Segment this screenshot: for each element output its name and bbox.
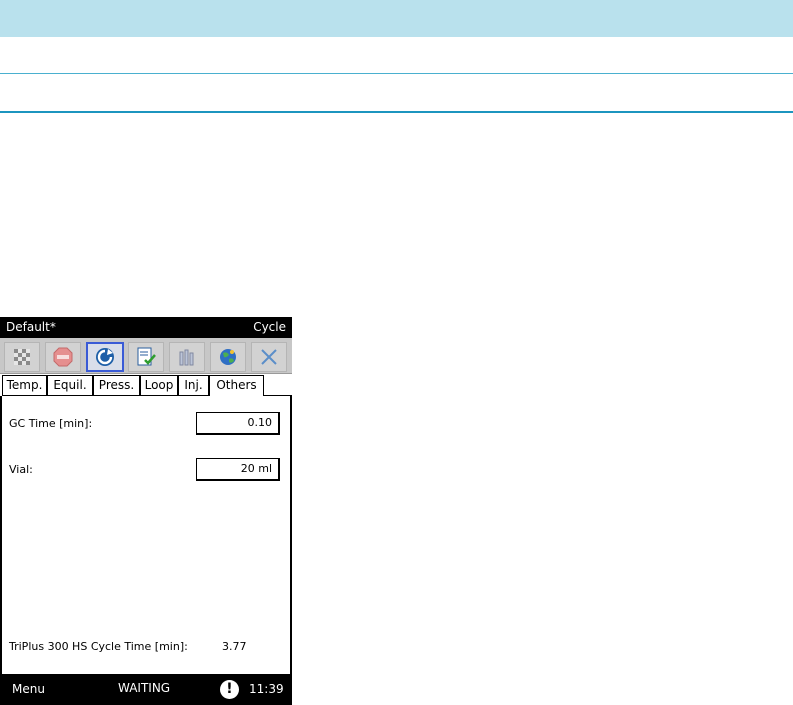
- globe-icon: [220, 349, 236, 365]
- title-bar: Default* Cycle: [0, 317, 292, 338]
- tab-equil[interactable]: Equil.: [47, 375, 93, 396]
- others-panel: GC Time [min]: 0.10 Vial: 20 ml TriPlus …: [0, 396, 292, 674]
- stop-button[interactable]: [45, 342, 81, 372]
- menu-softkey[interactable]: Menu: [12, 682, 45, 696]
- tab-temp[interactable]: Temp.: [2, 375, 47, 396]
- tab-strip: Temp. Equil. Press. Loop Inj. Others: [0, 374, 292, 397]
- clock: 11:39: [249, 682, 284, 696]
- alert-icon[interactable]: !: [220, 680, 239, 699]
- toolbar: [0, 338, 292, 374]
- method-title: Default*: [6, 320, 56, 334]
- vials-button[interactable]: [169, 342, 205, 372]
- document-header-band: [0, 0, 793, 37]
- document-divider-thin: [0, 73, 793, 74]
- document-divider-thick: [0, 111, 793, 113]
- network-button[interactable]: [210, 342, 246, 372]
- mode-label: Cycle: [253, 320, 286, 334]
- vials-icon: [179, 349, 194, 366]
- close-icon: [261, 349, 277, 365]
- checkered-flag-icon: [14, 349, 30, 365]
- cycle-time-label: TriPlus 300 HS Cycle Time [min]:: [9, 640, 188, 653]
- status-bar: Menu WAITING ! 11:39: [0, 674, 292, 705]
- start-button[interactable]: [4, 342, 40, 372]
- vial-field[interactable]: 20 ml: [196, 458, 280, 481]
- cycle-button[interactable]: [86, 342, 124, 372]
- cycle-refresh-icon: [96, 348, 114, 366]
- status-text: WAITING: [118, 681, 171, 695]
- device-screen: Default* Cycle Temp. Equil. Press. Loop …: [0, 317, 292, 705]
- validate-button[interactable]: [128, 342, 164, 372]
- gc-time-label: GC Time [min]:: [9, 417, 93, 430]
- checklist-icon: [137, 347, 156, 366]
- stop-sign-icon: [53, 347, 73, 367]
- cycle-time-value: 3.77: [222, 640, 247, 653]
- close-button[interactable]: [251, 342, 287, 372]
- tab-others[interactable]: Others: [209, 375, 264, 397]
- tab-inj[interactable]: Inj.: [178, 375, 209, 396]
- tab-press[interactable]: Press.: [93, 375, 140, 396]
- tab-loop[interactable]: Loop: [140, 375, 178, 396]
- gc-time-field[interactable]: 0.10: [196, 412, 280, 435]
- vial-label: Vial:: [9, 463, 33, 476]
